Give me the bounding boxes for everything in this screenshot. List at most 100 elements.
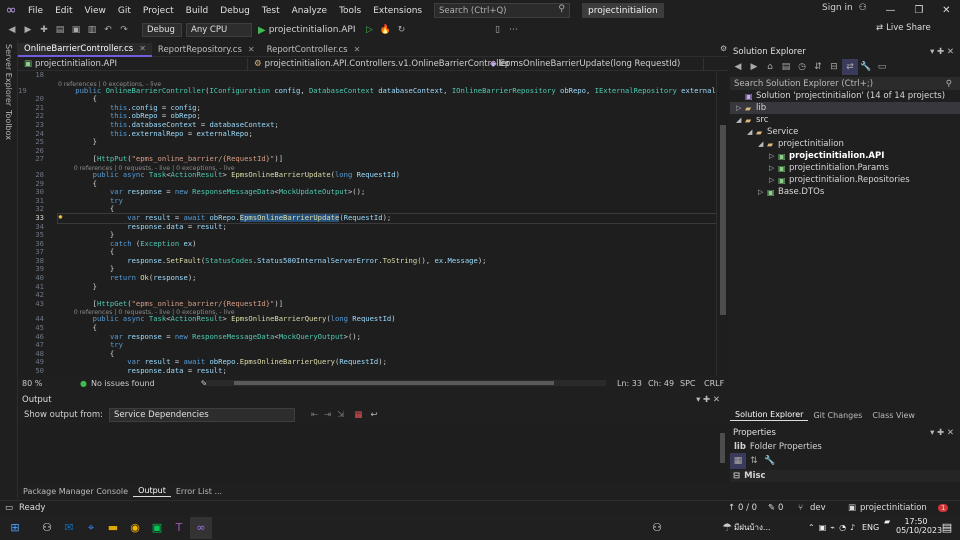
visual-studio-taskbar-icon[interactable]: ∞ (190, 516, 212, 539)
editor-settings-icon[interactable]: ⚙ (720, 44, 727, 53)
pending-changes[interactable]: 0 / 0 (738, 503, 757, 513)
platform-dropdown[interactable]: Any CPU (186, 23, 252, 37)
back-icon[interactable]: ◀ (730, 59, 746, 75)
code-line[interactable]: 24 this.externalRepo = externalRepo; (18, 129, 716, 139)
menu-item[interactable]: Git (112, 0, 137, 21)
code-line[interactable]: 27 [HttpPut("epms_online_barrier/{Reques… (18, 155, 716, 164)
configuration-dropdown[interactable]: Debug (142, 23, 182, 37)
expand-arrow-icon[interactable]: ▷ (769, 176, 778, 184)
properties-category[interactable]: ⊟ Misc (730, 470, 960, 482)
tree-node[interactable]: ◢ ▰ Service (730, 126, 960, 138)
code-line[interactable]: 36 catch (Exception ex) (18, 239, 716, 249)
property-pages-icon[interactable]: 🔧 (762, 453, 778, 469)
bookmark-icon[interactable]: ▯ (490, 22, 506, 38)
line-number[interactable]: Ln: 33 (617, 379, 642, 388)
nav-project-dropdown[interactable]: ▣ projectinitialion.API (18, 57, 248, 71)
code-line[interactable]: 18 (18, 71, 716, 80)
bottom-tab[interactable]: Output (133, 485, 171, 497)
redo-icon[interactable]: ↷ (116, 22, 132, 38)
output-source-dropdown[interactable]: Service Dependencies (109, 407, 296, 422)
search-input[interactable]: Search (Ctrl+Q) ⚲ (434, 3, 570, 18)
open-icon[interactable]: ▤ (52, 22, 68, 38)
live-share-button[interactable]: ⇄ Live Share (876, 23, 931, 33)
server-explorer-tab[interactable]: Server Explorer (4, 44, 13, 106)
menu-item[interactable]: Build (180, 0, 215, 21)
menu-item[interactable]: Tools (333, 0, 367, 21)
toolbar-overflow-icon[interactable]: ⋯ (506, 22, 522, 38)
close-tab-icon[interactable]: ✕ (139, 44, 146, 53)
scroll-thumb[interactable] (720, 125, 726, 315)
code-line[interactable]: 50 response.data = result; (18, 366, 716, 376)
start-without-debugging-icon[interactable]: ▷ (362, 22, 378, 38)
undo-icon[interactable]: ↶ (100, 22, 116, 38)
nav-class-dropdown[interactable]: ⚙ projectinitialion.API.Controllers.v1.O… (248, 57, 510, 71)
bottom-tab[interactable]: Error List ... (171, 485, 227, 497)
sync-icon[interactable]: ⇵ (810, 59, 826, 75)
zoom-level[interactable]: 80 % (22, 379, 62, 388)
tree-node[interactable]: ▷ ▣ projectinitialion.Params (730, 162, 960, 174)
panel-options-icon[interactable]: ▾ ✚ ✕ (930, 428, 954, 438)
git-branch[interactable]: dev (810, 503, 826, 513)
code-line[interactable]: 34 response.data = result; (18, 222, 716, 232)
output-content[interactable] (18, 423, 718, 483)
alphabetical-icon[interactable]: ⇅ (746, 453, 762, 469)
file-explorer-icon[interactable]: ▬ (102, 517, 124, 539)
start-debugging-button[interactable]: ▶ projectinitialion.API (258, 25, 356, 36)
line-ending[interactable]: CRLF (704, 379, 724, 388)
solution-explorer-tab[interactable]: Solution Explorer (730, 409, 809, 421)
issues-status[interactable]: No issues found (91, 379, 155, 388)
editor-vertical-scrollbar[interactable] (716, 71, 728, 376)
output-action-icons[interactable]: ⇤⇥⇲ (311, 410, 350, 420)
code-line[interactable]: 40 return Ok(response); (18, 273, 716, 283)
switch-views-icon[interactable]: ▤ (778, 59, 794, 75)
menu-item[interactable]: Project (137, 0, 180, 21)
panel-pin-close-icon[interactable]: ▾ ✚ ✕ (696, 395, 720, 405)
editor-tab[interactable]: ReportController.cs ✕ (261, 43, 367, 57)
minimize-icon[interactable]: — (885, 5, 895, 16)
code-line[interactable]: 47 try (18, 340, 716, 350)
lightbulb-icon[interactable]: ✹ (58, 212, 63, 221)
menu-item[interactable]: Analyze (286, 0, 333, 21)
new-item-icon[interactable]: ✚ (36, 22, 52, 38)
expand-arrow-icon[interactable]: ◢ (736, 116, 745, 124)
expand-arrow-icon[interactable]: ▷ (736, 104, 745, 112)
chrome-icon[interactable]: ◉ (124, 517, 146, 539)
code-line[interactable]: 38 response.SetFault(StatusCodes.Status5… (18, 256, 716, 266)
menu-item[interactable]: Debug (214, 0, 256, 21)
explorer-user-icon[interactable]: ⚇ (36, 517, 58, 539)
menu-item[interactable]: Edit (49, 0, 78, 21)
column-number[interactable]: Ch: 49 (648, 379, 674, 388)
menu-item[interactable]: Test (256, 0, 286, 21)
tree-node[interactable]: ▷ ▣ Base.DTOs (730, 186, 960, 198)
notifications-icon[interactable]: ▤ (936, 517, 958, 539)
output-scrollbar[interactable] (718, 423, 728, 483)
solution-explorer-tab[interactable]: Class View (867, 409, 920, 421)
tree-node[interactable]: ▷ ▰ lib (730, 102, 960, 114)
visual-studio-logo-icon[interactable]: ∞ (0, 0, 22, 21)
pending-changes-icon[interactable]: ◷ (794, 59, 810, 75)
indentation-mode[interactable]: SPC (680, 379, 696, 388)
expand-arrow-icon[interactable]: ▷ (769, 164, 778, 172)
hot-reload-icon[interactable]: 🔥 (378, 22, 394, 38)
tree-node[interactable]: ▣ Solution 'projectinitialion' (14 of 14 … (730, 90, 960, 102)
collapse-all-icon[interactable]: ⊟ (826, 59, 842, 75)
home-icon[interactable]: ⌂ (762, 59, 778, 75)
refresh-icon[interactable]: ↻ (394, 22, 410, 38)
changes-icon[interactable]: ↑ (728, 503, 735, 513)
output-scroll-thumb[interactable] (720, 433, 725, 463)
horizontal-scroll-thumb[interactable] (234, 381, 554, 385)
editor-tab[interactable]: ReportRepository.cs ✕ (152, 43, 261, 57)
tree-node[interactable]: ▷ ▣ projectinitialion.Repositories (730, 174, 960, 186)
sign-in-button[interactable]: Sign in ⚇ (822, 3, 867, 13)
nav-member-dropdown[interactable]: ◈ EpmsOnlineBarrierUpdate(long RequestId… (484, 57, 704, 71)
code-line[interactable]: 25 } (18, 138, 716, 147)
categorized-icon[interactable]: ▦ (730, 453, 746, 469)
weather-text[interactable]: มีฝนบ้าง... (734, 521, 771, 534)
clock[interactable]: 17:50 05/10/2023 (896, 517, 942, 535)
close-tab-icon[interactable]: ✕ (248, 45, 255, 54)
notifications-badge[interactable]: 1 (938, 504, 949, 512)
tray-status-icons[interactable]: ▰ (884, 517, 892, 526)
word-wrap-icon[interactable]: ↩ (370, 410, 377, 420)
git-repository[interactable]: projectinitiation (860, 503, 927, 513)
start-icon[interactable]: ⊞ (4, 517, 26, 539)
